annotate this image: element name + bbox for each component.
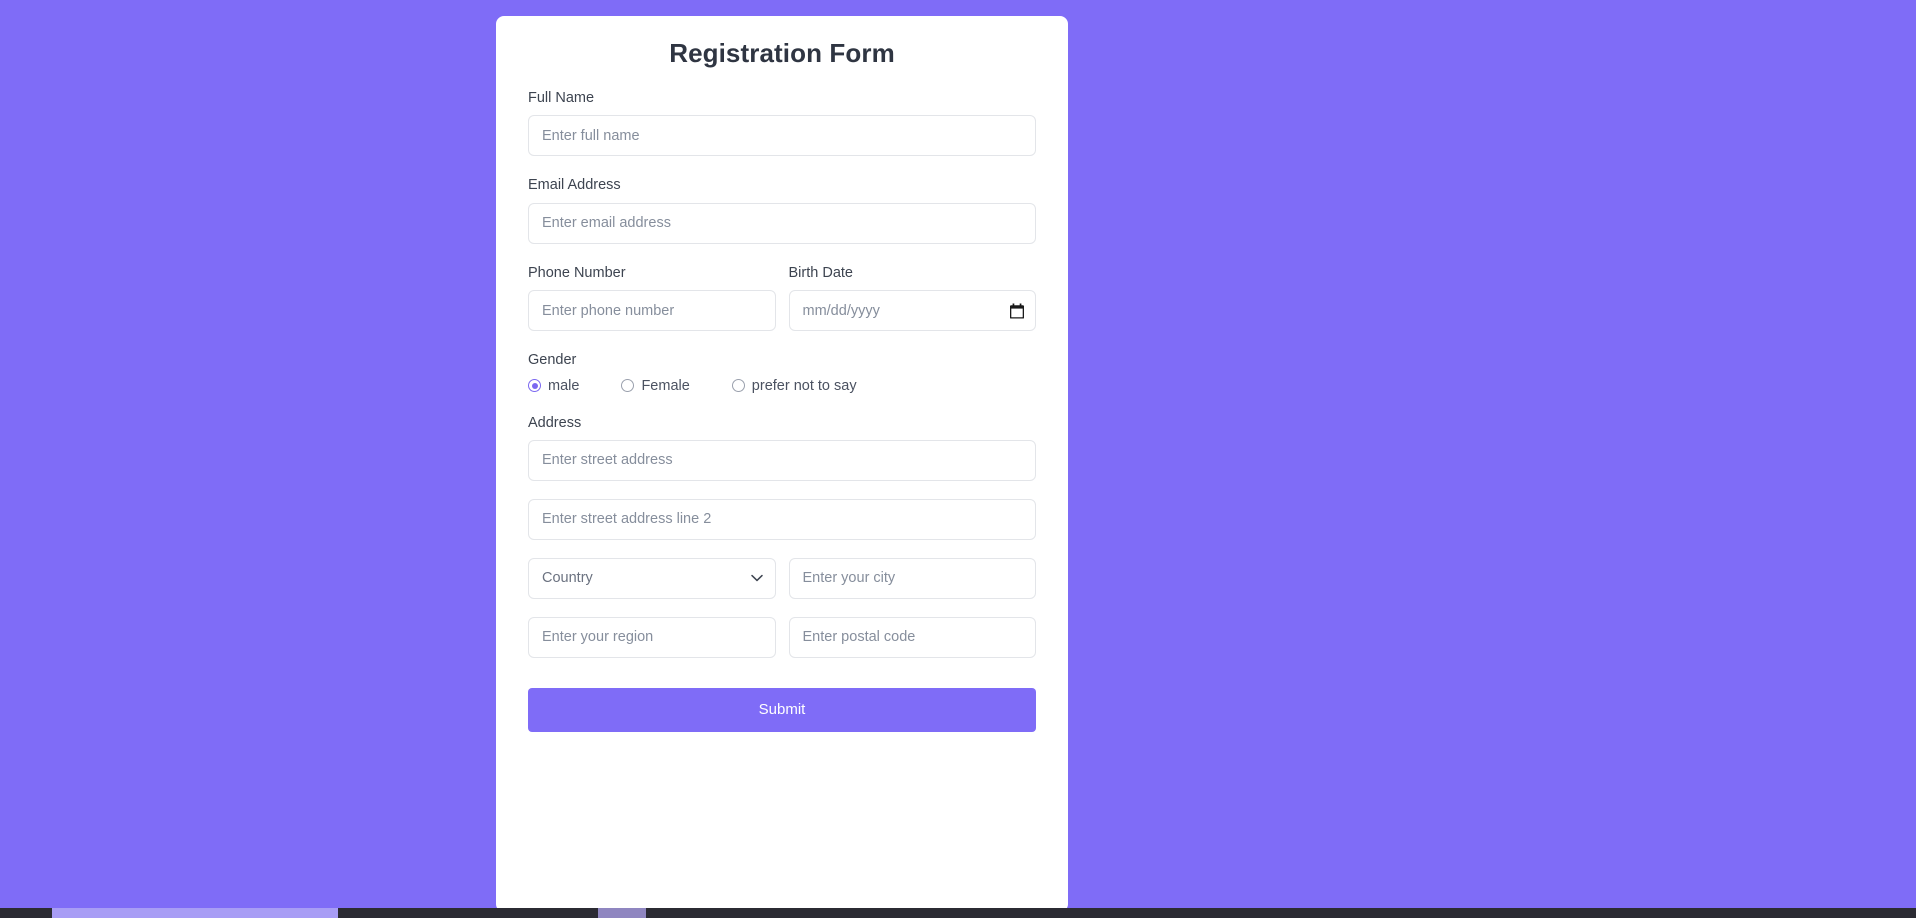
radio-icon-prefer-not-to-say[interactable] <box>731 379 745 393</box>
radio-icon-female[interactable] <box>621 379 635 393</box>
field-region-postal-row <box>528 616 1036 658</box>
submit-button[interactable]: Submit <box>528 687 1036 732</box>
gender-label: Gender <box>528 352 577 369</box>
field-region <box>528 616 776 658</box>
radio-icon-male[interactable] <box>528 379 541 393</box>
field-city <box>788 557 1036 599</box>
gender-option-female[interactable]: Female <box>621 377 690 394</box>
gender-option-male[interactable]: male <box>528 378 579 394</box>
region-input[interactable] <box>528 616 776 658</box>
gender-option-male-label: male <box>548 377 580 394</box>
birth-date-label: Birth Date <box>788 264 853 281</box>
email-input[interactable] <box>528 202 1036 244</box>
field-email: Email Address <box>528 177 1036 244</box>
horizontal-scrollbar[interactable] <box>0 908 1916 918</box>
postal-code-input[interactable] <box>788 616 1036 658</box>
field-birth-date: Birth Date <box>788 264 1036 332</box>
page-root: Registration Form Full Name Email Addres… <box>0 0 1916 918</box>
registration-form-card: Registration Form Full Name Email Addres… <box>496 16 1068 912</box>
field-postal-code <box>788 616 1036 658</box>
field-full-name: Full Name <box>528 90 1036 157</box>
field-country-city-row: Country <box>528 557 1036 599</box>
field-phone: Phone Number <box>528 264 776 332</box>
horizontal-scrollbar-thumb[interactable] <box>52 908 338 918</box>
full-name-label: Full Name <box>528 90 595 106</box>
gender-radio-group: male Female prefer not to say <box>528 378 1036 394</box>
gender-option-prefer-not-to-say-label: prefer not to say <box>751 377 857 394</box>
birth-date-input[interactable] <box>788 290 1036 332</box>
full-name-input[interactable] <box>528 115 1036 157</box>
email-label: Email Address <box>528 177 621 194</box>
page-title: Registration Form <box>669 38 895 68</box>
gender-option-female-label: Female <box>641 377 690 394</box>
field-address-line-2 <box>528 498 1036 540</box>
field-phone-birthdate-row: Phone Number Birth Date <box>528 264 1036 332</box>
horizontal-scrollbar-segment[interactable] <box>598 908 646 918</box>
street-address-input[interactable] <box>528 439 1036 481</box>
street-address-line-2-input[interactable] <box>528 498 1036 540</box>
city-input[interactable] <box>788 557 1036 599</box>
field-country: Country <box>528 557 776 599</box>
gender-option-prefer-not-to-say[interactable]: prefer not to say <box>731 377 857 394</box>
address-label: Address <box>528 414 582 431</box>
field-address: Address <box>528 415 1036 481</box>
phone-input[interactable] <box>528 290 776 332</box>
country-select[interactable]: Country <box>528 557 776 599</box>
phone-label: Phone Number <box>528 264 626 281</box>
field-gender: Gender male Female prefer not to say <box>528 352 1036 394</box>
